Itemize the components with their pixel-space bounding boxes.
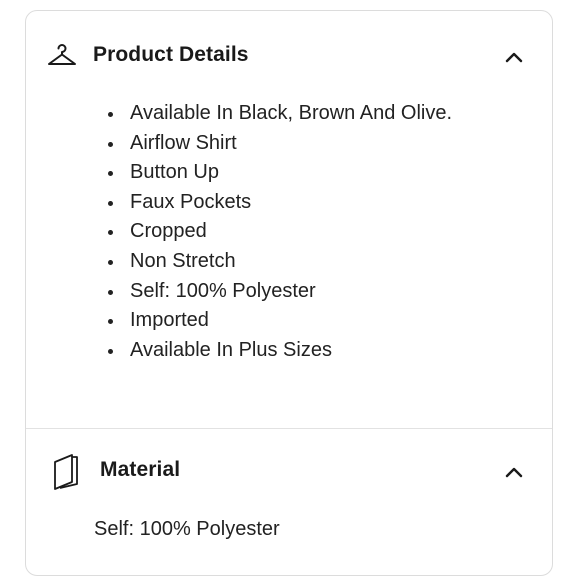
chevron-up-icon[interactable] xyxy=(502,45,526,69)
list-item: Airflow Shirt xyxy=(108,129,468,159)
product-details-title: Product Details xyxy=(93,43,249,66)
list-item: Available In Plus Sizes xyxy=(108,336,468,366)
product-details-list: Available In Black, Brown And Olive. Air… xyxy=(108,99,468,365)
list-item: Faux Pockets xyxy=(108,188,468,218)
chevron-up-icon[interactable] xyxy=(502,460,526,484)
product-info-card: Product Details Available In Black, Brow… xyxy=(25,10,553,576)
list-item: Imported xyxy=(108,306,468,336)
section-divider xyxy=(26,428,552,429)
material-description: Self: 100% Polyester xyxy=(94,518,280,540)
material-title: Material xyxy=(100,458,181,481)
list-item: Non Stretch xyxy=(108,247,468,277)
material-header[interactable]: Material xyxy=(26,443,552,503)
product-details-header[interactable]: Product Details xyxy=(26,29,552,89)
list-item: Available In Black, Brown And Olive. xyxy=(108,99,468,129)
hanger-icon xyxy=(48,44,76,65)
list-item: Button Up xyxy=(108,158,468,188)
fabric-icon xyxy=(54,454,78,490)
list-item: Self: 100% Polyester xyxy=(108,277,468,307)
list-item: Cropped xyxy=(108,217,468,247)
